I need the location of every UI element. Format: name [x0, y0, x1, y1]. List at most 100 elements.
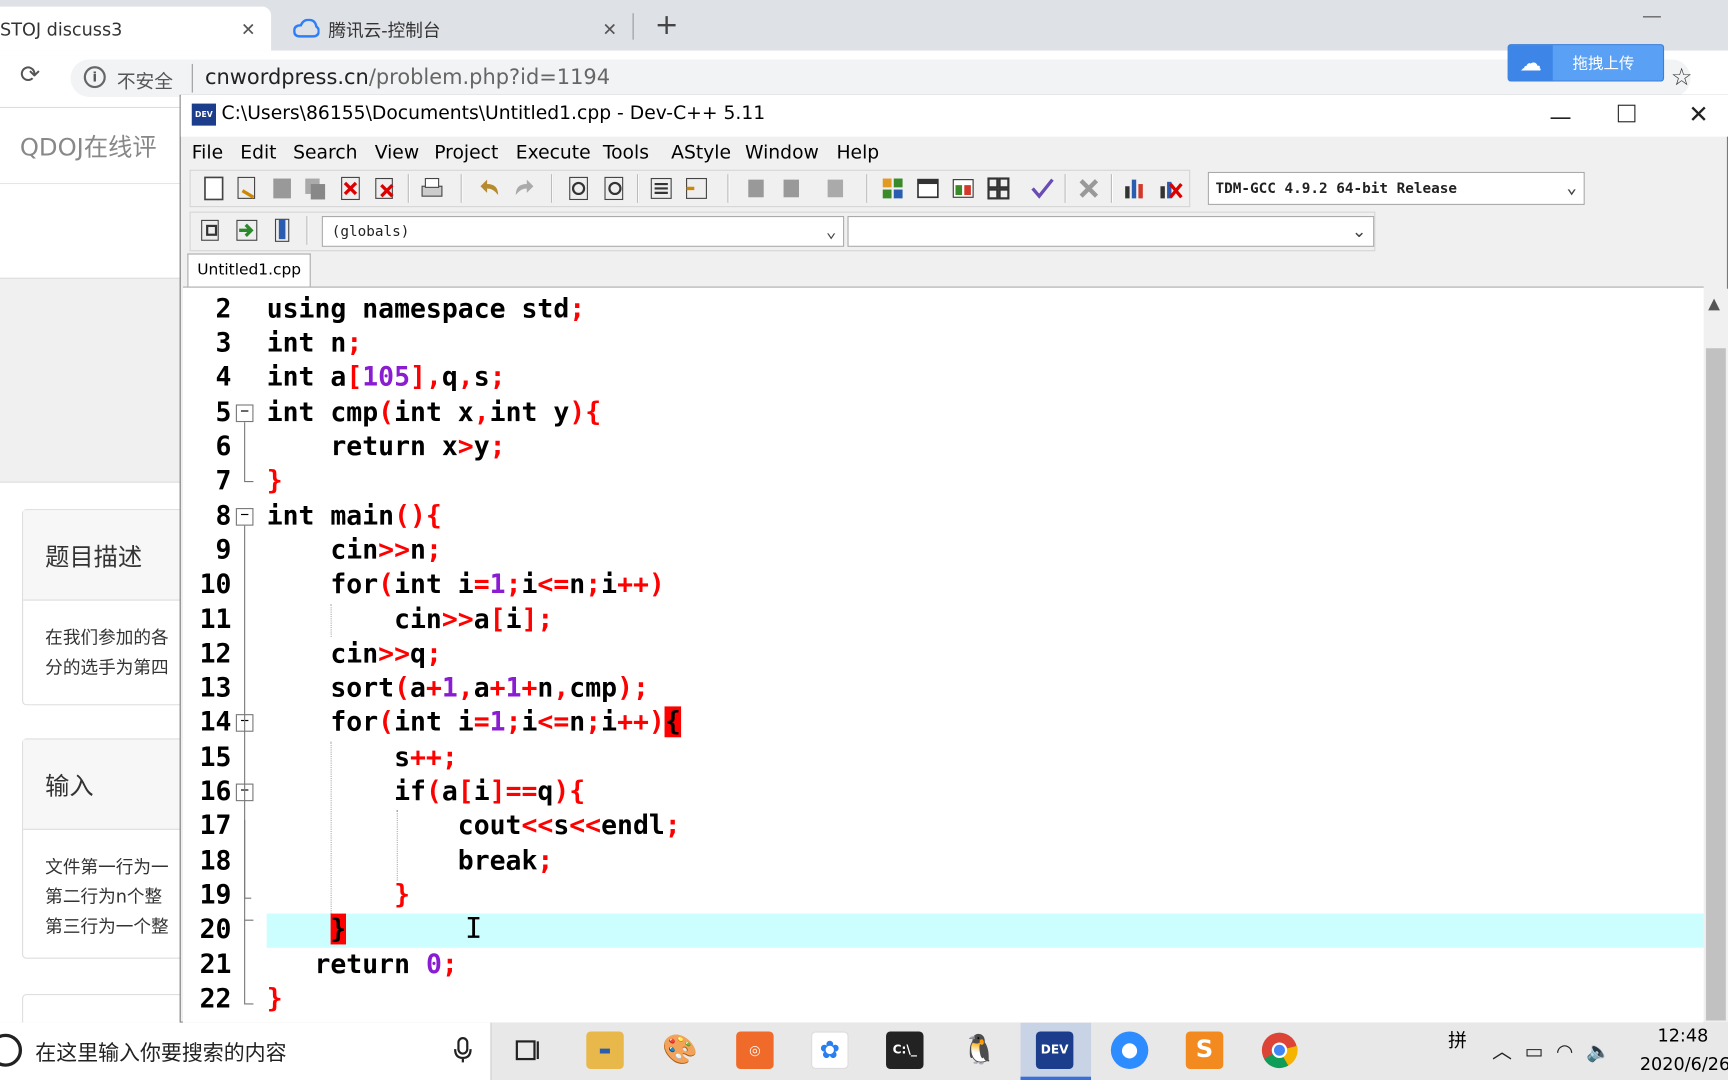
find-icon[interactable]: [566, 175, 592, 201]
close-file-icon[interactable]: [337, 175, 363, 201]
reload-icon[interactable]: ⟳: [20, 62, 40, 90]
rebuild-all-icon[interactable]: [985, 175, 1011, 201]
chevron-down-icon: ⌄: [1566, 176, 1578, 198]
menu-view[interactable]: View: [375, 142, 419, 164]
body-line: 第二行为n个整: [45, 886, 163, 907]
save-all-icon[interactable]: [302, 175, 328, 201]
menu-astyle[interactable]: AStyle: [671, 142, 731, 164]
prev-page-icon[interactable]: [743, 175, 769, 201]
menu-execute[interactable]: Execute: [516, 142, 591, 164]
save-icon[interactable]: [269, 175, 295, 201]
system-tray: ︿ ▭ ◠ 🔈: [1492, 1036, 1610, 1065]
code-line: }: [330, 913, 347, 945]
delete-profile-icon[interactable]: [1157, 175, 1183, 201]
new-tab-button[interactable]: +: [655, 9, 679, 42]
task-view-icon[interactable]: [514, 1036, 543, 1065]
compile-icon[interactable]: [879, 175, 905, 201]
bookmark-toggle-icon[interactable]: [269, 217, 295, 243]
menu-help[interactable]: Help: [836, 142, 879, 164]
ime-indicator[interactable]: 拼: [1448, 1025, 1467, 1052]
command-prompt-icon[interactable]: C:\_: [886, 1031, 924, 1069]
close-window-button[interactable]: ✕: [1688, 101, 1708, 129]
zoom-icon[interactable]: ●: [1110, 1031, 1149, 1069]
banner-band: [0, 277, 181, 483]
info-icon[interactable]: i: [83, 66, 106, 89]
goto-icon[interactable]: [234, 217, 260, 243]
fold-toggle[interactable]: −: [235, 404, 254, 423]
code-line: for(int i=1;i<=n;i++){: [266, 706, 681, 738]
code-line: }: [266, 879, 411, 911]
code-line: }: [266, 465, 283, 496]
sublime-text-icon[interactable]: S: [1185, 1031, 1224, 1069]
chevron-down-icon: ⌄: [825, 220, 837, 242]
code-line: int main(){: [266, 500, 442, 532]
minimize-button[interactable]: —: [1549, 104, 1571, 130]
undo-icon[interactable]: [476, 175, 502, 201]
body-line: 分的选手为第四: [45, 656, 169, 678]
line-number: 3: [215, 327, 232, 359]
menu-search[interactable]: Search: [293, 142, 357, 164]
url-text[interactable]: cnwordpress.cn/problem.php?id=1194: [205, 65, 610, 89]
member-select[interactable]: ⌄: [847, 216, 1375, 247]
open-file-icon[interactable]: [234, 175, 260, 201]
next-page-icon[interactable]: [778, 175, 804, 201]
syntax-check-icon[interactable]: [1029, 175, 1055, 201]
maximize-button[interactable]: [1617, 104, 1636, 123]
baidu-upload-extension[interactable]: ☁ 拖拽上传: [1507, 44, 1665, 82]
file-tab-untitled1[interactable]: Untitled1.cpp: [187, 253, 311, 287]
menu-tools[interactable]: Tools: [603, 142, 649, 164]
qq-icon[interactable]: 🐧: [961, 1032, 998, 1069]
battery-icon[interactable]: ▭: [1525, 1040, 1544, 1063]
scrollbar-thumb[interactable]: [1705, 348, 1726, 1021]
tab-divider: [632, 13, 634, 40]
clock-time[interactable]: 12:48: [1657, 1025, 1708, 1046]
code-line: int a[105],q,s;: [266, 361, 506, 393]
tencent-cloud-icon: [293, 18, 320, 38]
show-hidden-icons-icon[interactable]: ︿: [1492, 1040, 1512, 1063]
line-number: 15: [199, 741, 232, 773]
redo-icon[interactable]: [511, 175, 537, 201]
run-icon[interactable]: [915, 175, 941, 201]
browser-tab-tencent[interactable]: 腾讯云-控制台 ✕: [289, 7, 633, 51]
volume-icon[interactable]: 🔈: [1586, 1040, 1611, 1063]
bookmark-star-icon[interactable]: ☆: [1671, 64, 1693, 92]
code-line: return 0;: [266, 948, 458, 980]
close-tab-icon[interactable]: ✕: [602, 18, 617, 39]
scope-select[interactable]: (globals) ⌄: [321, 216, 845, 247]
paint-icon[interactable]: 🎨: [661, 1032, 698, 1069]
file-explorer-icon[interactable]: ▬: [586, 1031, 624, 1069]
browser-tab-stoj[interactable]: STOJ discuss3 ✕: [0, 6, 272, 51]
code-line: }: [266, 983, 283, 1014]
scroll-up-icon[interactable]: ▲: [1708, 295, 1720, 313]
unindent-icon[interactable]: [683, 175, 709, 201]
microphone-icon[interactable]: [452, 1036, 474, 1065]
wifi-icon[interactable]: ◠: [1556, 1040, 1573, 1063]
stop-execution-icon[interactable]: [1076, 175, 1102, 201]
chrome-icon[interactable]: [1261, 1032, 1298, 1069]
menu-project[interactable]: Project: [434, 142, 498, 164]
line-number: 16: [199, 775, 232, 807]
print-icon[interactable]: [419, 175, 445, 201]
close-tab-icon[interactable]: ✕: [241, 18, 256, 39]
code-line: if(a[i]==q){: [266, 775, 586, 807]
site-title[interactable]: QDOJ在线评: [20, 128, 157, 163]
input-card: 输入 文件第一行为一 第二行为n个整 第三行为一个整: [22, 738, 188, 959]
clock-date[interactable]: 2020/6/26: [1640, 1054, 1728, 1075]
minimize-window-button[interactable]: —: [1642, 4, 1662, 27]
close-all-icon[interactable]: [372, 175, 398, 201]
profile-icon[interactable]: [1122, 175, 1148, 201]
menu-file[interactable]: File: [192, 142, 223, 164]
menu-window[interactable]: Window: [745, 142, 819, 164]
baidu-netdisk-icon[interactable]: ✿: [811, 1031, 849, 1069]
compiler-select[interactable]: TDM-GCC 4.9.2 64-bit Release ⌄: [1207, 171, 1585, 205]
new-file-icon[interactable]: [201, 175, 227, 201]
compile-run-icon[interactable]: [950, 175, 976, 201]
indent-icon[interactable]: [648, 175, 674, 201]
code-line: cout<<s<<endl;: [266, 810, 681, 841]
replace-icon[interactable]: [602, 175, 628, 201]
url-divider: [191, 63, 193, 93]
bookmark-icon[interactable]: [822, 175, 848, 201]
menu-edit[interactable]: Edit: [240, 142, 276, 164]
recorder-icon[interactable]: ◎: [736, 1031, 774, 1069]
insert-icon[interactable]: [198, 217, 224, 243]
